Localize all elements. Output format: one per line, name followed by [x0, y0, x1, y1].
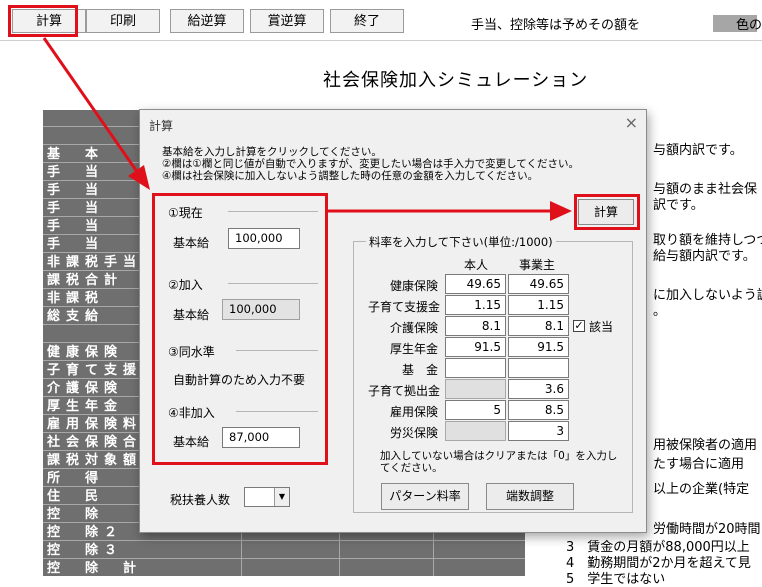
rates-hint: 加入していない場合はクリアまたは「0」を入力してください。: [380, 450, 618, 474]
toolbar-divider: [0, 40, 762, 41]
description-text: 訳です。: [653, 198, 704, 213]
bonus-reverse-button[interactable]: 賞逆算: [250, 9, 324, 33]
rate-row-label: 労災保険: [389, 426, 438, 440]
rates-title: 料率を入力して下さい(単位:/1000): [366, 234, 556, 250]
rounding-adjust-button[interactable]: 端数調整: [486, 483, 574, 510]
rate-self-input: [445, 379, 506, 399]
table-row-label: 所 得: [47, 471, 105, 486]
description-text: 給与額内訳です。: [653, 249, 756, 264]
rate-self-input[interactable]: [445, 358, 506, 378]
table-row-label: 課税対象額: [47, 453, 143, 468]
care-applicable-checkbox[interactable]: ✓: [573, 320, 585, 332]
rate-employer-input[interactable]: 8.1: [508, 316, 569, 336]
table-row-label: 基 本: [47, 147, 105, 162]
description-text: 用被保険者の適用: [653, 438, 758, 453]
dependents-label: 税扶養人数: [170, 493, 231, 507]
calc-dialog: 計算 × 基本給を入力し計算をクリックしてください。 ②欄は①欄と同じ値が自動で…: [139, 109, 647, 533]
rate-employer-input[interactable]: 8.5: [508, 400, 569, 420]
description-text: 労働時間が20時間: [653, 522, 761, 537]
care-applicable-label: 該当: [589, 320, 614, 334]
table-row-label: 控 除３: [47, 543, 124, 558]
table-row-label: 厚生年金: [47, 399, 124, 414]
rate-self-input[interactable]: 5: [445, 400, 506, 420]
rate-employer-input[interactable]: 3.6: [508, 379, 569, 399]
table-row-label: 雇用保険料: [47, 417, 143, 432]
rate-self-input[interactable]: 8.1: [445, 316, 506, 336]
exit-button[interactable]: 終了: [330, 9, 404, 33]
toolbar-note: 手当、控除等は予めその額を: [471, 18, 641, 33]
rate-employer-input[interactable]: 3: [508, 421, 569, 441]
rate-row-label: 健康保険: [389, 279, 438, 293]
table-row-label: 手 当: [47, 201, 105, 216]
col-self-header: 本人: [464, 258, 489, 272]
instruction-3: ④欄は社会保険に加入しないよう調整した時の任意の金額を入力してください。: [162, 170, 539, 182]
table-row-label: 非課税手当: [47, 255, 143, 270]
table-row-label: 介護保険: [47, 381, 124, 396]
table-row: 控 除３: [43, 542, 525, 559]
description-text: に加入しないよう調: [653, 288, 762, 303]
table-row-label: 健康保険: [47, 345, 124, 360]
rate-employer-input[interactable]: 91.5: [508, 337, 569, 357]
table-row-label: 手 当: [47, 165, 105, 180]
table-row-label: 控 除２: [47, 525, 124, 540]
rate-employer-input[interactable]: 49.65: [508, 274, 569, 294]
rate-row-label: 厚生年金: [389, 342, 438, 356]
instruction-2: ②欄は①欄と同じ値が自動で入りますが、変更したい場合は手入力で変更してください。: [162, 158, 579, 170]
rate-row-label: 子育て拠出金: [368, 384, 441, 398]
table-row-label: 総支給: [47, 309, 105, 324]
salary-reverse-button[interactable]: 給逆算: [170, 9, 244, 33]
rate-employer-input[interactable]: [508, 358, 569, 378]
rate-row-label: 雇用保険: [389, 405, 438, 419]
close-icon[interactable]: ×: [625, 113, 638, 132]
toolbar-note-right: 色の: [736, 18, 762, 33]
rate-employer-input[interactable]: 1.15: [508, 295, 569, 315]
table-row-label: 手 当: [47, 219, 105, 234]
rate-self-input[interactable]: 91.5: [445, 337, 506, 357]
rate-self-input[interactable]: 1.15: [445, 295, 506, 315]
print-button[interactable]: 印刷: [86, 9, 160, 33]
dialog-title: 計算: [149, 119, 174, 133]
chevron-down-icon[interactable]: ▼: [274, 488, 289, 506]
pattern-rate-button[interactable]: パターン料率: [381, 483, 469, 510]
table-row: 控 除 計: [43, 560, 525, 576]
description-text: 。: [653, 304, 667, 319]
table-row-label: 非課税: [47, 291, 105, 306]
table-row-label: 控 除: [47, 507, 105, 522]
description-text: 与額内訳です。: [653, 143, 743, 158]
col-employer-header: 事業主: [519, 258, 556, 272]
page-title: 社会保険加入シミュレーション: [323, 70, 589, 91]
dependents-select[interactable]: ▼: [244, 487, 290, 507]
description-text: 以上の企業(特定: [653, 482, 750, 497]
highlight-dialog-calc: [574, 194, 640, 230]
highlight-input-groups: [152, 193, 328, 465]
highlight-calc-toolbar: [8, 5, 78, 37]
rate-row-label: 基 金: [401, 363, 438, 377]
table-row-label: 手 当: [47, 237, 105, 252]
rate-self-input: [445, 421, 506, 441]
table-row-label: 控 除 計: [47, 561, 143, 576]
rate-row-label: 介護保険: [389, 321, 438, 335]
rate-self-input[interactable]: 49.65: [445, 274, 506, 294]
table-row-label: 住 民: [47, 489, 105, 504]
description-text: 5 学生ではない: [566, 572, 666, 587]
description-text: たす場合に適用: [653, 457, 745, 472]
table-row-label: 課税合計: [47, 273, 124, 288]
rate-row-label: 子育て支援金: [368, 300, 441, 314]
table-row-label: 手 当: [47, 183, 105, 198]
instruction-1: 基本給を入力し計算をクリックしてください。: [162, 146, 382, 158]
